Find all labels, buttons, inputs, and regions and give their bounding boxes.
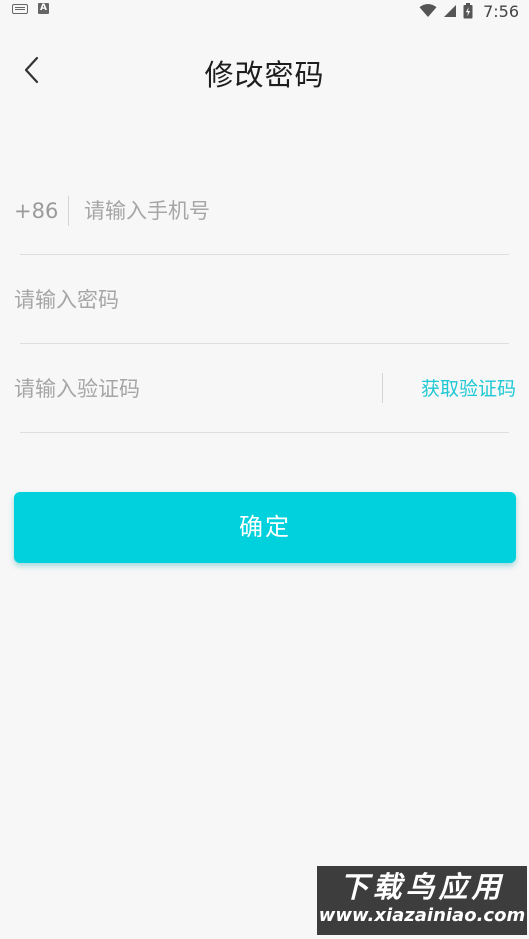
keyboard-icon xyxy=(12,3,28,14)
code-row: 获取验证码 xyxy=(14,357,516,421)
watermark-logo: 下载鸟应用 www.xiazainiao.com xyxy=(317,866,527,935)
password-divider xyxy=(20,343,509,344)
get-code-divider xyxy=(382,373,383,403)
phone-row: +86 xyxy=(14,179,509,243)
watermark-url: www.xiazainiao.com xyxy=(318,905,526,926)
page-title: 修改密码 xyxy=(204,58,325,92)
status-bar: A 7:56 xyxy=(0,0,529,22)
signal-icon xyxy=(444,5,457,17)
confirm-button[interactable]: 确定 xyxy=(14,492,516,563)
status-left: A xyxy=(12,3,49,14)
code-divider xyxy=(20,432,509,433)
country-code[interactable]: +86 xyxy=(14,179,58,243)
status-time: 7:56 xyxy=(483,1,519,21)
country-code-divider xyxy=(68,196,69,226)
status-right: 7:56 xyxy=(419,0,519,22)
password-row xyxy=(14,268,509,332)
a-notification-icon: A xyxy=(38,3,49,14)
phone-divider xyxy=(20,254,509,255)
wifi-icon xyxy=(419,4,437,17)
get-code-button[interactable]: 获取验证码 xyxy=(421,357,516,421)
phone-input[interactable] xyxy=(84,189,504,233)
watermark-title: 下载鸟应用 xyxy=(339,870,505,904)
verification-code-input[interactable] xyxy=(14,367,374,411)
password-input[interactable] xyxy=(14,278,504,322)
battery-charging-icon xyxy=(463,3,473,19)
